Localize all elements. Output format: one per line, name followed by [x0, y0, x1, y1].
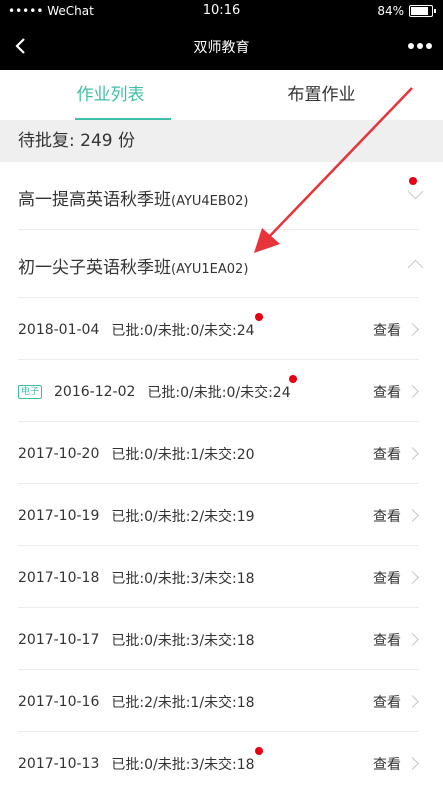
homework-info: 2018-01-04 已批:0/未批:0/未交:24 [18, 320, 255, 340]
unread-dot-icon [289, 375, 297, 383]
battery-icon [409, 5, 436, 17]
more-dot-icon [426, 43, 432, 49]
homework-row[interactable]: 2017-10-13 已批:0/未批:3/未交:18 查看 [0, 732, 443, 794]
chevron-right-icon [406, 757, 419, 770]
class-code: (AYU4EB02) [171, 194, 249, 209]
battery-indicator: 84% [377, 4, 436, 18]
tab-label: 布置作业 [287, 85, 356, 105]
tab-bar: 作业列表 布置作业 [0, 70, 443, 120]
homework-row[interactable]: 2017-10-19 已批:0/未批:2/未交:19 查看 [0, 484, 443, 546]
homework-info: 2017-10-19 已批:0/未批:2/未交:19 [18, 506, 255, 526]
class-name: 初一尖子英语秋季班 [18, 258, 171, 278]
electronic-tag: 电子 [18, 385, 43, 399]
more-dot-icon [408, 43, 414, 49]
chevron-right-icon [406, 447, 419, 460]
homework-row[interactable]: 2017-10-17 已批:0/未批:3/未交:18 查看 [0, 608, 443, 670]
view-link[interactable]: 查看 [373, 382, 401, 402]
chevron-right-icon [406, 385, 419, 398]
class-code: (AYU1EA02) [171, 262, 249, 277]
homework-stats: 已批:0/未批:2/未交:19 [111, 509, 255, 525]
homework-date: 2017-10-16 [18, 694, 100, 710]
homework-row[interactable]: 2017-10-20 已批:0/未批:1/未交:20 查看 [0, 422, 443, 484]
homework-row[interactable]: 2017-10-18 已批:0/未批:3/未交:18 查看 [0, 546, 443, 608]
chevron-up-icon [407, 259, 424, 276]
more-dot-icon [417, 43, 423, 49]
view-link[interactable]: 查看 [373, 320, 401, 340]
nav-bar: 双师教育 [0, 24, 443, 70]
status-bar: ••••• WeChat 10:16 84% [0, 0, 443, 24]
homework-row[interactable]: 电子 2016-12-02 已批:0/未批:0/未交:24 查看 [0, 360, 443, 422]
page-title: 双师教育 [193, 40, 250, 56]
homework-stats: 已批:0/未批:1/未交:20 [111, 447, 255, 463]
homework-info: 2017-10-17 已批:0/未批:3/未交:18 [18, 630, 255, 650]
view-link[interactable]: 查看 [373, 754, 401, 774]
unread-dot-icon [255, 313, 263, 321]
class-row[interactable]: 高一提高英语秋季班(AYU4EB02) [0, 162, 443, 230]
homework-date: 2017-10-17 [18, 632, 100, 648]
tab-assign-homework[interactable]: 布置作业 [211, 70, 432, 120]
more-menu-button[interactable] [405, 34, 435, 58]
view-link[interactable]: 查看 [373, 568, 401, 588]
view-link[interactable]: 查看 [373, 692, 401, 712]
homework-stats: 已批:0/未批:0/未交:24 [111, 323, 255, 339]
homework-info: 2017-10-20 已批:0/未批:1/未交:20 [18, 444, 255, 464]
homework-date: 2018-01-04 [18, 322, 100, 338]
homework-info: 2017-10-13 已批:0/未批:3/未交:18 [18, 754, 255, 774]
battery-percent: 84% [377, 4, 404, 18]
homework-info: 2017-10-16 已批:2/未批:1/未交:18 [18, 692, 255, 712]
homework-date: 2017-10-19 [18, 508, 100, 524]
pending-count-banner: 待批复: 249 份 [0, 120, 443, 162]
homework-row[interactable]: 2017-10-16 已批:2/未批:1/未交:18 查看 [0, 670, 443, 732]
homework-date: 2016-12-02 [54, 384, 136, 400]
homework-date: 2017-10-13 [18, 756, 100, 772]
chevron-right-icon [406, 695, 419, 708]
homework-row[interactable]: 2018-01-04 已批:0/未批:0/未交:24 查看 [0, 298, 443, 360]
chevron-down-icon [407, 183, 424, 200]
homework-stats: 已批:0/未批:3/未交:18 [111, 633, 255, 649]
view-link[interactable]: 查看 [373, 506, 401, 526]
tab-homework-list[interactable]: 作业列表 [0, 70, 221, 120]
homework-stats: 已批:0/未批:3/未交:18 [111, 571, 255, 587]
chevron-right-icon [406, 571, 419, 584]
chevron-right-icon [406, 633, 419, 646]
homework-stats: 已批:2/未批:1/未交:18 [111, 695, 255, 711]
unread-dot-icon [255, 747, 263, 755]
chevron-right-icon [406, 323, 419, 336]
homework-stats: 已批:0/未批:3/未交:18 [111, 757, 255, 773]
class-label: 高一提高英语秋季班(AYU4EB02) [18, 185, 248, 210]
homework-date: 2017-10-20 [18, 446, 100, 462]
homework-date: 2017-10-18 [18, 570, 100, 586]
class-row[interactable]: 初一尖子英语秋季班(AYU1EA02) [0, 230, 443, 298]
homework-stats: 已批:0/未批:0/未交:24 [147, 385, 291, 401]
view-link[interactable]: 查看 [373, 444, 401, 464]
homework-info: 电子 2016-12-02 已批:0/未批:0/未交:24 [18, 382, 291, 402]
chevron-right-icon [406, 509, 419, 522]
class-name: 高一提高英语秋季班 [18, 190, 171, 210]
tab-label: 作业列表 [76, 85, 145, 105]
view-link[interactable]: 查看 [373, 630, 401, 650]
class-label: 初一尖子英语秋季班(AYU1EA02) [18, 253, 248, 278]
homework-info: 2017-10-18 已批:0/未批:3/未交:18 [18, 568, 255, 588]
